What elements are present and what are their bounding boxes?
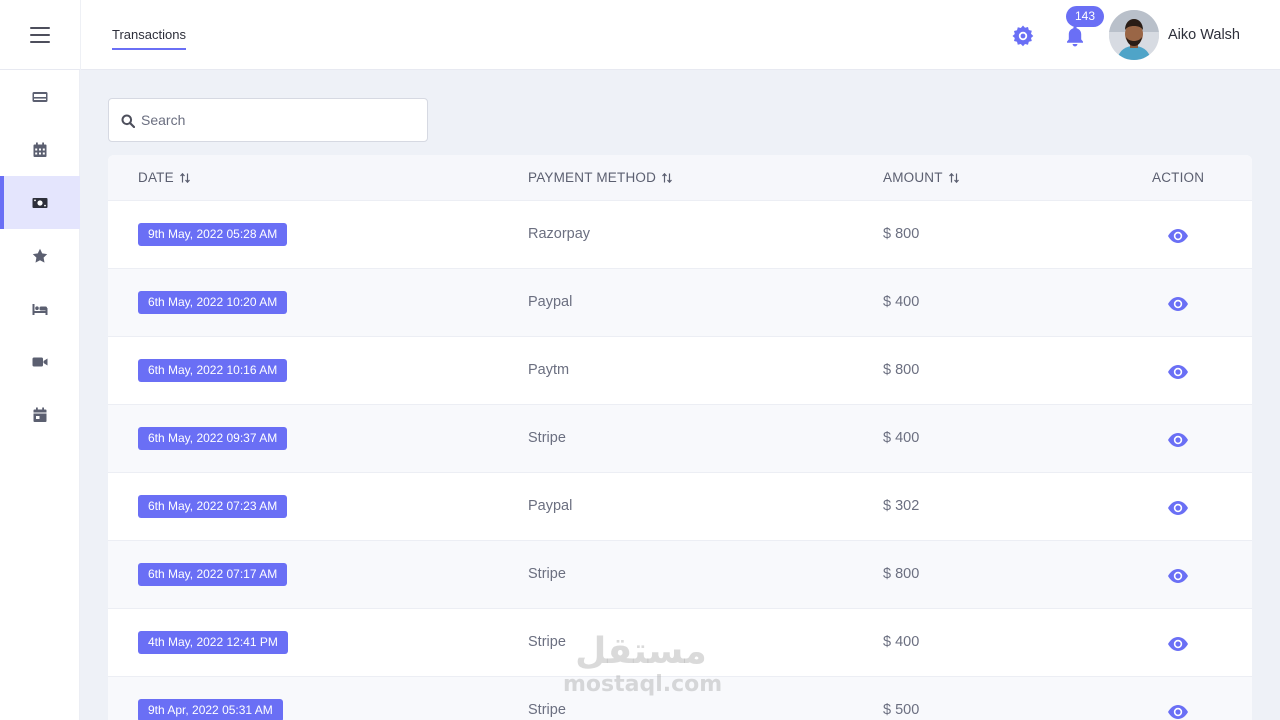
sidebar-item-video[interactable] bbox=[0, 335, 80, 388]
column-header-label: AMOUNT bbox=[883, 170, 943, 185]
date-badge: 6th May, 2022 10:16 AM bbox=[138, 359, 288, 382]
sidebar-item-schedule[interactable] bbox=[0, 388, 80, 441]
column-header-label: ACTION bbox=[1152, 170, 1205, 185]
table-row: 6th May, 2022 07:17 AM Stripe $ 800 bbox=[108, 541, 1252, 609]
search-box bbox=[108, 98, 428, 142]
date-badge: 6th May, 2022 07:23 AM bbox=[138, 495, 288, 518]
payment-method-cell: Paypal bbox=[528, 498, 573, 514]
payment-method-cell: Paypal bbox=[528, 294, 573, 310]
search-icon bbox=[121, 114, 135, 128]
payment-method-cell: Paytm bbox=[528, 362, 570, 378]
table-row: 6th May, 2022 10:16 AM Paytm $ 800 bbox=[108, 337, 1252, 405]
sidebar-item-transactions[interactable] bbox=[0, 176, 80, 229]
table-row: 6th May, 2022 10:20 AM Paypal $ 400 bbox=[108, 269, 1252, 337]
date-badge: 6th May, 2022 09:37 AM bbox=[138, 427, 288, 450]
date-badge: 6th May, 2022 07:17 AM bbox=[138, 563, 288, 586]
table-row: 6th May, 2022 07:23 AM Paypal $ 302 bbox=[108, 473, 1252, 541]
avatar[interactable] bbox=[1109, 10, 1159, 60]
view-eye-icon[interactable] bbox=[1167, 225, 1189, 247]
view-eye-icon[interactable] bbox=[1167, 429, 1189, 451]
sidebar-item-calendar[interactable] bbox=[0, 123, 80, 176]
star-icon bbox=[32, 248, 48, 263]
gear-icon[interactable] bbox=[1011, 24, 1035, 48]
table-row: 9th May, 2022 05:28 AM Razorpay $ 800 bbox=[108, 201, 1252, 269]
amount-cell: $ 800 bbox=[883, 362, 920, 378]
view-eye-icon[interactable] bbox=[1167, 565, 1189, 587]
hamburger-menu-icon[interactable] bbox=[30, 27, 50, 43]
payment-method-cell: Stripe bbox=[528, 702, 566, 718]
divider bbox=[80, 0, 81, 70]
amount-cell: $ 400 bbox=[883, 634, 920, 650]
view-eye-icon[interactable] bbox=[1167, 633, 1189, 655]
table-row: 9th Apr, 2022 05:31 AM Stripe $ 500 bbox=[108, 677, 1252, 720]
bed-icon bbox=[32, 303, 48, 315]
user-name[interactable]: Aiko Walsh bbox=[1168, 27, 1240, 43]
date-badge: 9th May, 2022 05:28 AM bbox=[138, 223, 288, 246]
sidebar-item-rooms[interactable] bbox=[0, 282, 80, 335]
payment-method-cell: Stripe bbox=[528, 634, 566, 650]
sidebar-item-reviews[interactable] bbox=[0, 229, 80, 282]
date-badge: 4th May, 2022 12:41 PM bbox=[138, 631, 288, 654]
column-header-action: ACTION bbox=[1152, 170, 1204, 185]
column-header-amount[interactable]: AMOUNT bbox=[883, 170, 960, 185]
column-header-label: PAYMENT METHOD bbox=[528, 170, 657, 185]
date-badge: 6th May, 2022 10:20 AM bbox=[138, 291, 288, 314]
view-eye-icon[interactable] bbox=[1167, 361, 1189, 383]
sort-icon[interactable] bbox=[179, 172, 191, 184]
amount-cell: $ 800 bbox=[883, 226, 920, 242]
sort-icon[interactable] bbox=[661, 172, 673, 184]
calendar-day-icon bbox=[33, 407, 47, 422]
column-header-label: DATE bbox=[138, 170, 174, 185]
sidebar-item-payments[interactable] bbox=[0, 70, 80, 123]
amount-cell: $ 400 bbox=[883, 294, 920, 310]
transactions-table: DATE PAYMENT METHOD AMOUNT ACTION 9th Ma… bbox=[108, 155, 1252, 720]
tab-transactions[interactable]: Transactions bbox=[112, 27, 186, 50]
money-icon bbox=[32, 197, 48, 208]
sidebar bbox=[0, 70, 80, 720]
top-bar: Transactions 143 Aiko Walsh bbox=[0, 0, 1280, 70]
payment-method-cell: Stripe bbox=[528, 566, 566, 582]
credit-card-icon bbox=[32, 91, 48, 102]
amount-cell: $ 400 bbox=[883, 430, 920, 446]
table-header: DATE PAYMENT METHOD AMOUNT ACTION bbox=[108, 155, 1252, 201]
notification-count-badge: 143 bbox=[1066, 6, 1104, 27]
amount-cell: $ 302 bbox=[883, 498, 920, 514]
view-eye-icon[interactable] bbox=[1167, 293, 1189, 315]
video-icon bbox=[32, 357, 48, 366]
table-row: 6th May, 2022 09:37 AM Stripe $ 400 bbox=[108, 405, 1252, 473]
payment-method-cell: Razorpay bbox=[528, 226, 591, 242]
search-input[interactable] bbox=[141, 99, 421, 141]
payment-method-cell: Stripe bbox=[528, 430, 566, 446]
amount-cell: $ 800 bbox=[883, 566, 920, 582]
calendar-grid-icon bbox=[33, 142, 47, 157]
view-eye-icon[interactable] bbox=[1167, 497, 1189, 519]
date-badge: 9th Apr, 2022 05:31 AM bbox=[138, 699, 283, 720]
view-eye-icon[interactable] bbox=[1167, 701, 1189, 720]
sort-icon[interactable] bbox=[948, 172, 960, 184]
amount-cell: $ 500 bbox=[883, 702, 920, 718]
column-header-date[interactable]: DATE bbox=[138, 170, 191, 185]
column-header-payment-method[interactable]: PAYMENT METHOD bbox=[528, 170, 673, 185]
table-row: 4th May, 2022 12:41 PM Stripe $ 400 bbox=[108, 609, 1252, 677]
bell-icon[interactable] bbox=[1064, 24, 1086, 48]
